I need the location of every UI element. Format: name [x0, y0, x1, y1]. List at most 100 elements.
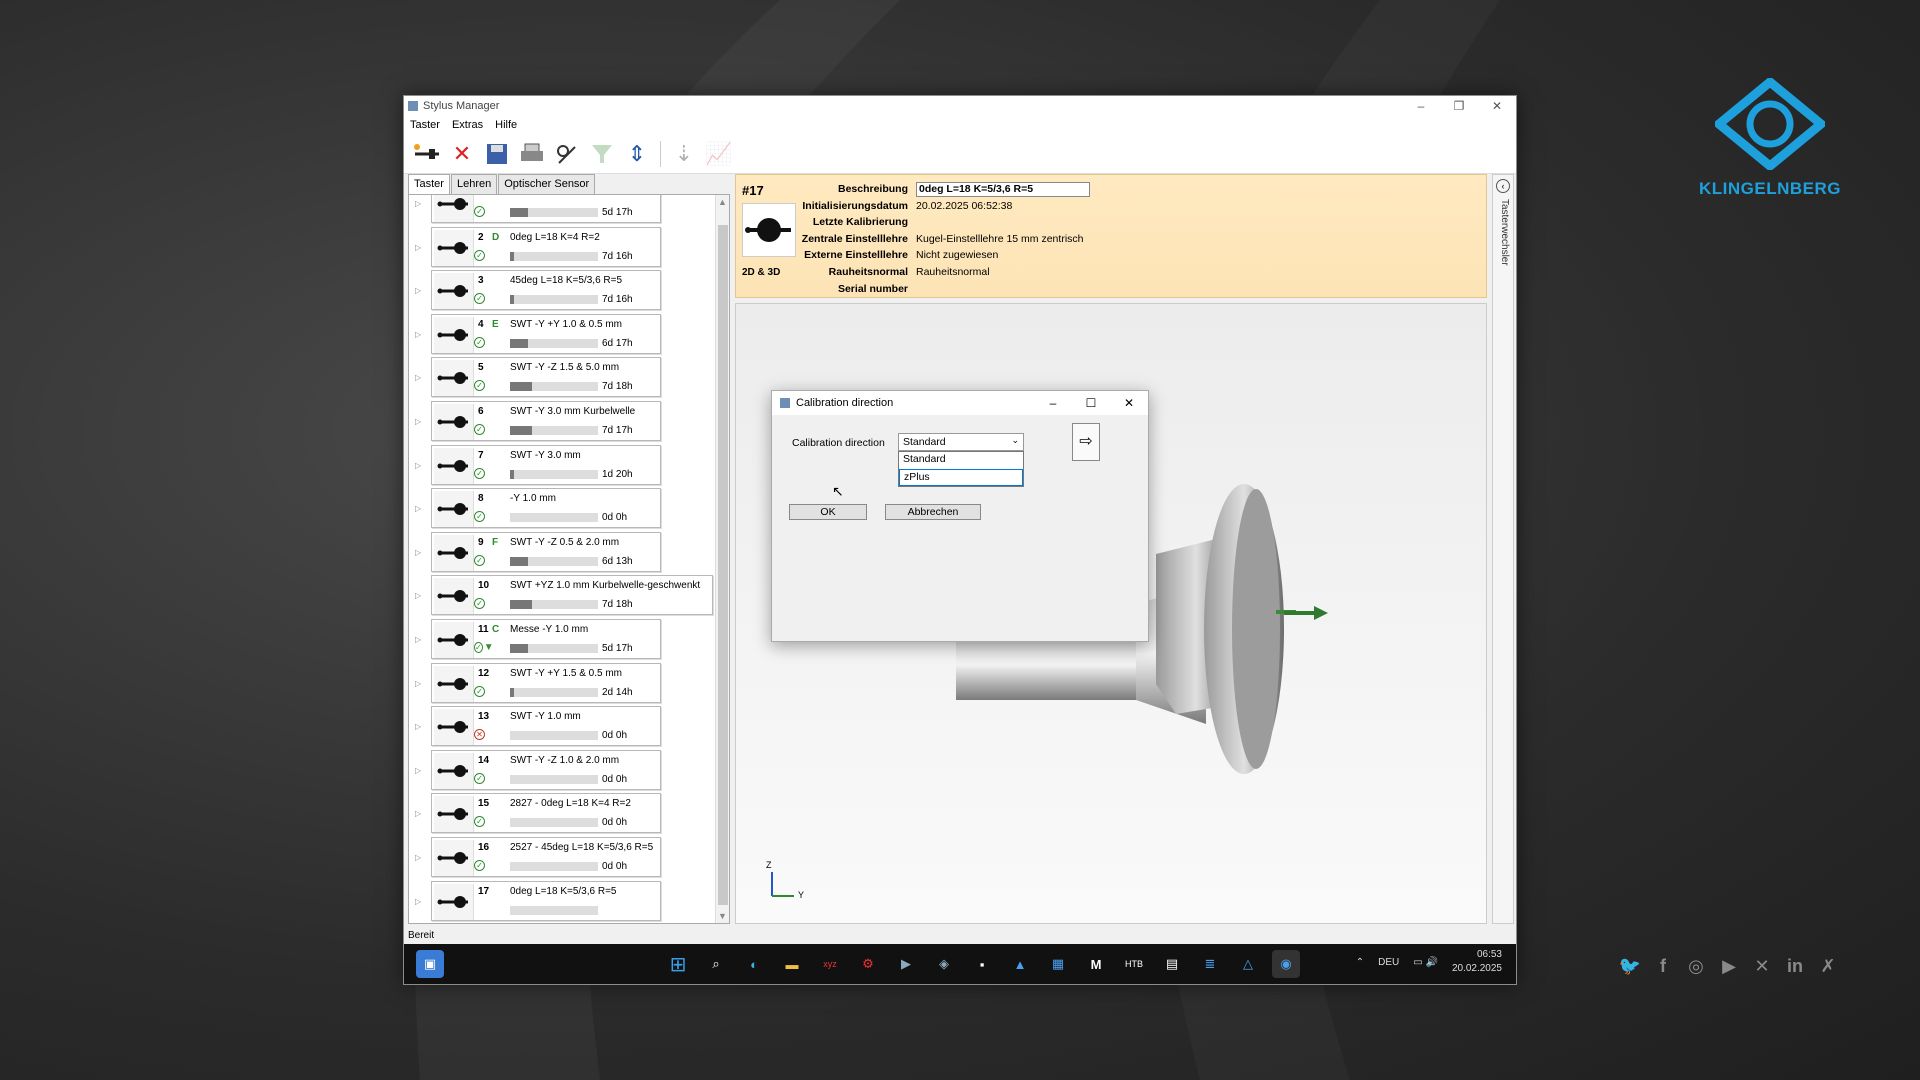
ok-button[interactable]: OK — [789, 504, 867, 520]
dialog-close-button[interactable]: ✕ — [1110, 396, 1148, 410]
stylus-card[interactable]: 8 ✓ -Y 1.0 mm 0d 0h — [431, 488, 661, 529]
stylus-card[interactable]: 14 ✓ SWT -Y -Z 1.0 & 2.0 mm 0d 0h — [431, 749, 661, 790]
active-app-icon[interactable]: ◉ — [1272, 950, 1300, 978]
lmd-icon[interactable]: ⚙ — [854, 950, 882, 978]
expand-arrow-icon[interactable]: ▷ — [415, 243, 421, 252]
expand-arrow-icon[interactable]: ▷ — [415, 635, 421, 644]
search-icon[interactable]: ⌕ — [702, 950, 730, 978]
expand-arrow-icon[interactable]: ▷ — [415, 591, 421, 600]
stylus-card[interactable]: 2 D ✓ 0deg L=18 K=4 R=2 7d 16h — [431, 226, 661, 267]
stylus-add-icon[interactable] — [412, 139, 442, 169]
instagram-icon[interactable]: ◎ — [1684, 954, 1708, 978]
import-icon[interactable]: ⇣ — [669, 139, 699, 169]
dialog-title: Calibration direction — [796, 397, 894, 409]
save-app-icon[interactable]: ▤ — [1158, 950, 1186, 978]
stylus-card[interactable]: 13 ✕ SWT -Y 1.0 mm 0d 0h — [431, 706, 661, 747]
chart-app-icon[interactable]: △ — [1234, 950, 1262, 978]
stylus-card[interactable]: 7 ✓ SWT -Y 3.0 mm 1d 20h — [431, 444, 661, 485]
save-icon[interactable] — [482, 139, 512, 169]
stylus-card[interactable]: 4 E ✓ SWT -Y +Y 1.0 & 0.5 mm 6d 17h — [431, 313, 661, 354]
menu-hilfe[interactable]: Hilfe — [495, 119, 517, 131]
photos-icon[interactable]: ▲ — [1006, 950, 1034, 978]
clock[interactable]: 06:53 20.02.2025 — [1452, 948, 1502, 976]
network-icon[interactable]: ▭ 🔊 — [1413, 957, 1438, 968]
dialog-maximize-button[interactable]: ☐ — [1072, 396, 1110, 410]
facebook-icon[interactable]: f — [1651, 954, 1675, 978]
stylus-card[interactable]: ✓ 5d 17h — [431, 195, 661, 223]
m-app-icon[interactable]: M — [1082, 950, 1110, 978]
lmd-xyz-icon[interactable]: xyz — [816, 950, 844, 978]
cancel-button[interactable]: Abbrechen — [885, 504, 981, 520]
menu-taster[interactable]: Taster — [410, 119, 440, 131]
htb-icon[interactable]: HTB — [1120, 950, 1148, 978]
expand-arrow-icon[interactable]: ▷ — [415, 199, 421, 208]
language-indicator[interactable]: DEU — [1378, 957, 1399, 968]
expand-arrow-icon[interactable]: ▷ — [415, 461, 421, 470]
sort-icon[interactable]: ⇕ — [622, 139, 652, 169]
youtube-icon[interactable]: ▶ — [1717, 954, 1741, 978]
chart-icon[interactable]: 📈 — [704, 139, 734, 169]
expand-arrow-icon[interactable]: ▷ — [415, 897, 421, 906]
stylus-card[interactable]: 16 ✓ 2527 - 45deg L=18 K=5/3,6 R=5 0d 0h — [431, 837, 661, 877]
filter-icon[interactable] — [587, 139, 617, 169]
media-icon[interactable]: ▶ — [892, 950, 920, 978]
minimize-button[interactable]: – — [1402, 99, 1440, 113]
restore-button[interactable]: ❐ — [1440, 99, 1478, 113]
windows-start-icon[interactable]: ⊞ — [664, 950, 692, 978]
stylus-card[interactable]: 5 ✓ SWT -Y -Z 1.5 & 5.0 mm 7d 18h — [431, 357, 661, 398]
expand-arrow-icon[interactable]: ▷ — [415, 373, 421, 382]
description-input[interactable] — [916, 181, 1090, 197]
expand-arrow-icon[interactable]: ▷ — [415, 809, 421, 818]
xing-icon[interactable]: ✗ — [1816, 954, 1840, 978]
print-icon[interactable] — [517, 139, 547, 169]
settings-app-icon[interactable]: ◈ — [930, 950, 958, 978]
menu-extras[interactable]: Extras — [452, 119, 483, 131]
scroll-up-icon[interactable]: ▲ — [718, 197, 727, 207]
direction-arrow-button[interactable]: ⇨ — [1072, 423, 1100, 461]
age-progress-bar — [510, 426, 598, 435]
option-standard[interactable]: Standard — [899, 452, 1023, 469]
expand-arrow-icon[interactable]: ▷ — [415, 679, 421, 688]
expand-arrow-icon[interactable]: ▷ — [415, 853, 421, 862]
linkedin-icon[interactable]: in — [1783, 954, 1807, 978]
delete-icon[interactable]: ✕ — [447, 139, 477, 169]
file-explorer-icon[interactable]: ▬ — [778, 950, 806, 978]
tray-chevron-icon[interactable]: ⌃ — [1356, 957, 1364, 968]
twitter-icon[interactable]: 🐦 — [1618, 954, 1642, 978]
dialog-minimize-button[interactable]: – — [1034, 396, 1072, 410]
task-view-icon[interactable]: ▣ — [416, 950, 444, 978]
stylus-card[interactable]: 9 F ✓ SWT -Y -Z 0.5 & 2.0 mm 6d 13h — [431, 531, 661, 572]
tab-optischer-sensor[interactable]: Optischer Sensor — [498, 174, 596, 194]
notepad-icon[interactable]: ≣ — [1196, 950, 1224, 978]
list-scrollbar[interactable]: ▲ ▼ — [715, 195, 729, 923]
stylus-card[interactable]: 3 ✓ 45deg L=18 K=5/3,6 R=5 7d 16h — [431, 270, 661, 311]
stylus-card[interactable]: 12 ✓ SWT -Y +Y 1.5 & 0.5 mm 2d 14h — [431, 662, 661, 703]
tasterwechsler-strip[interactable]: ‹ Tasterwechsler — [1492, 174, 1514, 924]
stylus-card[interactable]: 11 C ✓ ▼ Messe -Y 1.0 mm 5d 17h — [431, 619, 661, 659]
stylus-card[interactable]: 6 ✓ SWT -Y 3.0 mm Kurbelwelle 7d 17h — [431, 401, 661, 441]
chevron-down-icon[interactable]: ⌄ — [1011, 435, 1019, 446]
x-icon[interactable]: ✕ — [1750, 954, 1774, 978]
edge-icon[interactable]: ◐ — [740, 950, 768, 978]
calibrate-icon[interactable] — [552, 139, 582, 169]
expand-arrow-icon[interactable]: ▷ — [415, 286, 421, 295]
expand-arrow-icon[interactable]: ▷ — [415, 330, 421, 339]
stylus-card[interactable]: 15 ✓ 2827 - 0deg L=18 K=4 R=2 0d 0h — [431, 793, 661, 834]
collapse-chevron-icon[interactable]: ‹ — [1496, 179, 1510, 193]
expand-arrow-icon[interactable]: ▷ — [415, 417, 421, 426]
stylus-card[interactable]: 10 ✓ SWT +YZ 1.0 mm Kurbelwelle-geschwenkt… — [431, 575, 713, 616]
close-button[interactable]: ✕ — [1478, 99, 1516, 113]
expand-arrow-icon[interactable]: ▷ — [415, 766, 421, 775]
expand-arrow-icon[interactable]: ▷ — [415, 504, 421, 513]
option-zplus[interactable]: zPlus — [899, 469, 1023, 486]
calibration-direction-select[interactable]: Standard ⌄ — [898, 433, 1024, 451]
tab-lehren[interactable]: Lehren — [450, 174, 498, 194]
scroll-down-icon[interactable]: ▼ — [718, 911, 727, 921]
stylus-app-icon[interactable]: ▪ — [968, 950, 996, 978]
expand-arrow-icon[interactable]: ▷ — [415, 722, 421, 731]
scroll-thumb[interactable] — [718, 225, 728, 905]
gallery-icon[interactable]: ▦ — [1044, 950, 1072, 978]
tab-taster[interactable]: Taster — [408, 174, 450, 194]
expand-arrow-icon[interactable]: ▷ — [415, 548, 421, 557]
stylus-card[interactable]: 17 0deg L=18 K=5/3,6 R=5 — [431, 880, 661, 921]
